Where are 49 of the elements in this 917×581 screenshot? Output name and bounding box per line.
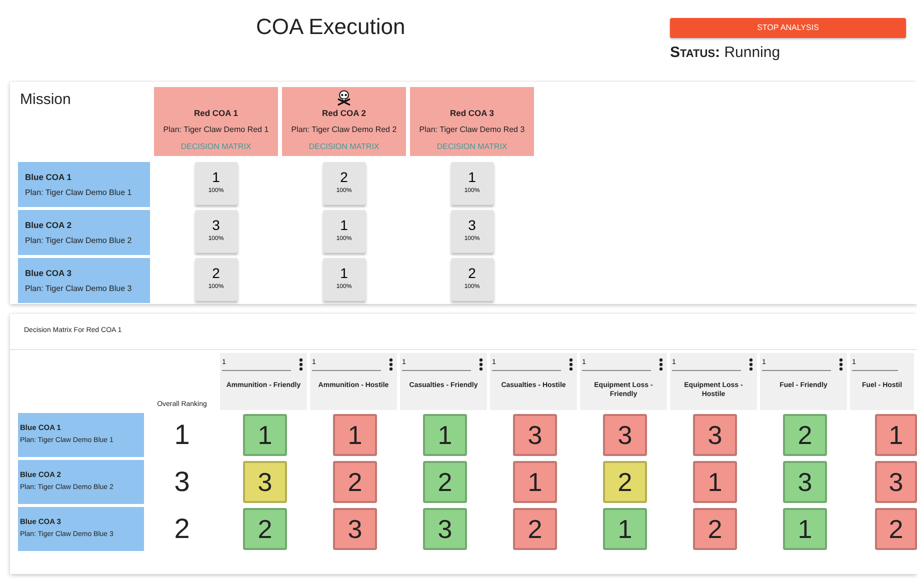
coa-name: Red COA 1 <box>192 107 240 120</box>
score-tile: 3 <box>513 414 557 456</box>
score-tile: 1 <box>693 461 737 503</box>
more-icon[interactable] <box>659 358 663 371</box>
score-tile: 3 <box>243 461 287 503</box>
coa-name: Red COA 3 <box>448 107 496 120</box>
more-icon[interactable] <box>569 358 573 371</box>
overall-rank: 2 <box>174 512 190 546</box>
score-tile: 1 <box>243 414 287 456</box>
score-tile: 1 <box>333 414 377 456</box>
score-tile: 2 <box>243 508 287 550</box>
plan-text: Plan: Tiger Claw Demo Red 3 <box>418 124 526 136</box>
status-text: Status: Running <box>670 43 782 63</box>
more-icon[interactable] <box>299 358 303 371</box>
score-tile: 1 <box>423 414 467 456</box>
more-icon[interactable] <box>389 358 393 371</box>
plan-text: Plan: Tiger Claw Demo Blue 3 <box>25 282 133 295</box>
score-tile: 3 <box>875 461 917 503</box>
mission-title: Mission <box>19 90 72 110</box>
overall-rank: 3 <box>174 465 190 499</box>
plan-text: Plan: Tiger Claw Demo Red 1 <box>162 124 270 136</box>
score-tile: 3 <box>693 414 737 456</box>
score-tile: 2 <box>603 461 647 503</box>
score-tile: 1 <box>875 414 917 456</box>
coa-name: Blue COA 3 <box>25 267 72 280</box>
coa-name: Blue COA 1 <box>25 171 72 184</box>
score-tile: 2 <box>693 508 737 550</box>
score-tile: 2 <box>875 508 917 550</box>
score-tile: 2 <box>783 414 827 456</box>
coa-name: Red COA 2 <box>320 107 368 120</box>
score-tile: 2 <box>333 461 377 503</box>
score-tile: 1 <box>513 461 557 503</box>
plan-text: Plan: Tiger Claw Demo Red 2 <box>290 124 398 136</box>
plan-text: Plan: Tiger Claw Demo Blue 2 <box>25 234 133 247</box>
score-tile: 3 <box>783 461 827 503</box>
score-tile: 3 <box>333 508 377 550</box>
score-tile: 2 <box>513 508 557 550</box>
score-tile: 1 <box>783 508 827 550</box>
coa-name: Blue COA 2 <box>25 219 72 232</box>
score-tile: 1 <box>603 508 647 550</box>
page-title: COA Execution <box>256 13 406 41</box>
score-tile: 2 <box>423 461 467 503</box>
overall-rank: 1 <box>174 418 190 452</box>
more-icon[interactable] <box>839 358 843 371</box>
score-tile: 3 <box>603 414 647 456</box>
score-tile: 3 <box>423 508 467 550</box>
plan-text: Plan: Tiger Claw Demo Blue 1 <box>25 186 133 199</box>
more-icon[interactable] <box>479 358 483 371</box>
more-icon[interactable] <box>749 358 753 371</box>
